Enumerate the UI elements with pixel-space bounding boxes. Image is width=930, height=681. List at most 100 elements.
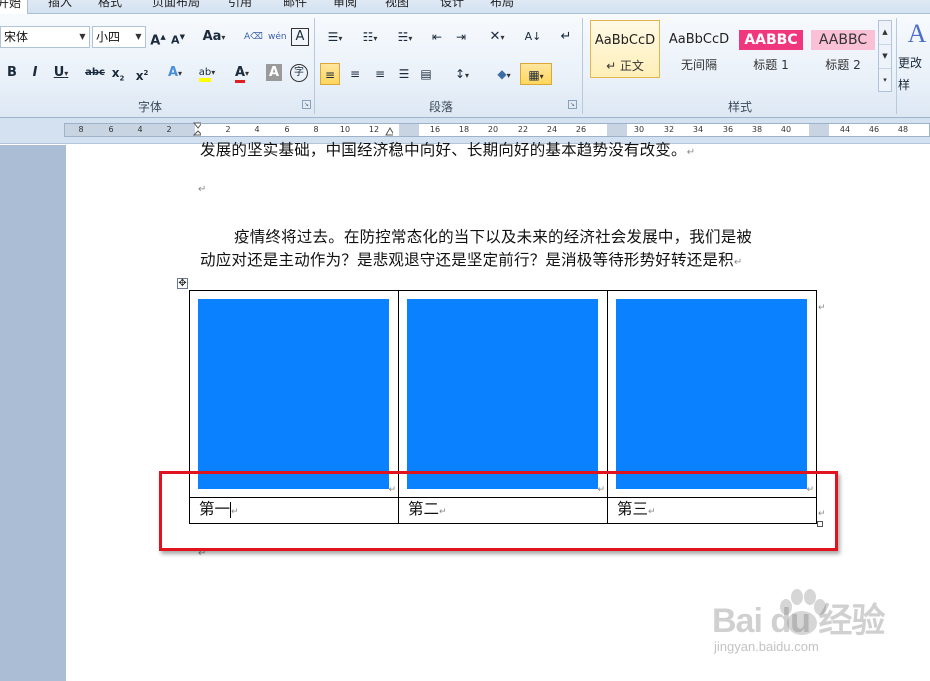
style-normal[interactable]: AaBbCcD ↵ 正文 — [590, 20, 660, 78]
ribbon-tab-bar: 开始 插入 格式 页面布局 引用 邮件 审阅 视图 设计 布局 — [0, 0, 930, 15]
ruler-tick: 32 — [663, 125, 675, 134]
font-size-combo[interactable]: 小四 ▼ — [92, 26, 146, 48]
shrink-font-icon[interactable]: A▼ — [170, 26, 186, 48]
change-case-icon[interactable]: Aa▾ — [202, 26, 226, 48]
cell-mark-icon: ↵ — [439, 507, 447, 517]
borders-icon[interactable]: ▦▾ — [520, 63, 552, 85]
character-shading-icon[interactable]: A — [266, 64, 282, 81]
paragraph-mark-icon: ↵ — [198, 548, 207, 559]
grow-font-icon[interactable]: A▲ — [150, 26, 166, 48]
ruler-tick: 20 — [487, 125, 499, 134]
cell-mark-icon: ↵ — [597, 485, 605, 495]
show-hide-marks-icon[interactable]: ↵ — [558, 26, 574, 48]
font-name-combo[interactable]: 宋体 ▼ — [0, 26, 90, 48]
decrease-indent-icon[interactable]: ⇤ — [428, 26, 446, 48]
caption-cell[interactable]: 第三↵ — [607, 497, 817, 524]
style-name: 无间隔 — [680, 58, 717, 72]
multilevel-list-icon[interactable]: ☵▾ — [390, 26, 420, 48]
tab-layout[interactable]: 布局 — [490, 0, 514, 14]
style-heading-1[interactable]: AABBC 标题 1 — [736, 20, 806, 78]
chevron-down-icon: ▼ — [135, 32, 142, 41]
style-sample: AABBC — [739, 30, 803, 50]
table-move-handle-icon[interactable]: ✥ — [177, 278, 188, 289]
change-styles-button[interactable]: 更改样 — [898, 52, 930, 92]
chevron-down-icon[interactable]: ▼ — [879, 45, 891, 69]
caption-text: 第二 — [408, 500, 440, 518]
chinese-layout-icon[interactable]: ✕▾ — [482, 26, 512, 48]
style-sample: AaBbCcD — [668, 32, 730, 47]
italic-icon[interactable]: I — [27, 62, 43, 84]
clear-format-icon[interactable]: A⌫ — [244, 26, 263, 48]
sort-icon[interactable]: A↓ — [524, 26, 542, 48]
align-right-icon[interactable]: ≡ — [370, 63, 390, 85]
font-dialog-launcher-icon[interactable]: ↘ — [302, 100, 311, 109]
table-resize-handle-icon[interactable] — [817, 521, 823, 527]
cell-mark-icon: ↵ — [231, 507, 239, 517]
strikethrough-icon[interactable]: abc — [85, 62, 105, 84]
bold-icon[interactable]: B — [4, 62, 20, 84]
distributed-icon[interactable]: ▤ — [416, 63, 436, 85]
change-styles-icon[interactable]: A — [904, 18, 930, 50]
image-table[interactable]: ↵ ↵ ↵ 第一↵ 第二↵ 第三↵ — [189, 290, 817, 524]
caption-text: 第一 — [199, 500, 231, 518]
image-placeholder[interactable] — [198, 299, 389, 489]
style-heading-2[interactable]: AABBC 标题 2 — [808, 20, 878, 78]
horizontral-ruler[interactable]: 8 6 4 2 2 4 6 8 10 12 16 18 20 22 24 26 … — [64, 122, 930, 137]
caption-text: 第三 — [617, 500, 649, 518]
style-name: 标题 1 — [753, 58, 789, 72]
table-cell[interactable]: ↵ — [398, 290, 608, 498]
ruler-tick: 38 — [751, 125, 763, 134]
ruler-tick: 44 — [839, 125, 851, 134]
bullets-icon[interactable]: ☰▾ — [320, 26, 350, 48]
shading-icon[interactable]: ◆▾ — [490, 63, 518, 85]
paragraph-mark-icon: ↵ — [198, 184, 207, 195]
table-cell[interactable]: ↵ — [189, 290, 399, 498]
tab-format[interactable]: 格式 — [98, 0, 122, 14]
superscript-icon[interactable]: x2 — [134, 62, 150, 84]
phonetic-guide-icon[interactable]: wén — [268, 26, 287, 48]
chevron-up-icon[interactable]: ▲ — [879, 21, 891, 45]
tab-view[interactable]: 视图 — [385, 0, 409, 14]
enclose-characters-icon[interactable]: 字 — [290, 64, 308, 82]
font-color-icon[interactable]: A▾ — [230, 62, 254, 84]
ruler-tick: 8 — [78, 125, 84, 134]
styles-gallery-scroll[interactable]: ▲ ▼ ▾ — [878, 20, 892, 92]
justify-icon[interactable]: ☰ — [394, 63, 414, 85]
indent-marker-icon[interactable] — [193, 122, 201, 136]
align-left-icon[interactable]: ≡ — [320, 63, 340, 85]
image-placeholder[interactable] — [407, 299, 598, 489]
character-border-icon[interactable]: A — [291, 28, 309, 46]
tab-mailings[interactable]: 邮件 — [283, 0, 307, 14]
paragraph-line: 疫情终将过去。在防控常态化的当下以及未来的经济社会发展中，我们是被 — [234, 228, 753, 246]
paragraph-text: 发展的坚实基础，中国经济稳中向好、长期向好的基本趋势没有改变。 — [200, 141, 687, 159]
paragraph-dialog-launcher-icon[interactable]: ↘ — [568, 100, 577, 109]
font-size-value: 小四 — [96, 30, 121, 44]
ruler-tick: 10 — [339, 125, 351, 134]
style-no-spacing[interactable]: AaBbCcD 无间隔 — [664, 20, 734, 78]
underline-icon[interactable]: U▾ — [50, 62, 72, 84]
subscript-icon[interactable]: x2 — [110, 62, 126, 84]
highlight-color-icon[interactable]: ab▾ — [195, 62, 219, 84]
numbering-icon[interactable]: ☷▾ — [355, 26, 385, 48]
tab-insert[interactable]: 插入 — [48, 0, 72, 14]
increase-indent-icon[interactable]: ⇥ — [452, 26, 470, 48]
ruler-column-gap — [607, 124, 627, 136]
font-name-value: 宋体 — [4, 30, 29, 44]
tab-home[interactable]: 开始 — [0, 0, 29, 15]
ruler-tick: 6 — [108, 125, 114, 134]
ruler-tick: 6 — [284, 125, 290, 134]
text-effects-icon[interactable]: A▾ — [163, 62, 187, 84]
table-cell[interactable]: ↵ — [607, 290, 817, 498]
tab-review[interactable]: 审阅 — [333, 0, 357, 14]
tab-page-layout[interactable]: 页面布局 — [152, 0, 200, 14]
image-placeholder[interactable] — [616, 299, 807, 489]
tab-references[interactable]: 引用 — [228, 0, 252, 14]
caption-cell[interactable]: 第一↵ — [189, 497, 399, 524]
align-center-icon[interactable]: ≡ — [345, 63, 365, 85]
tab-design[interactable]: 设计 — [440, 0, 464, 14]
more-styles-icon[interactable]: ▾ — [879, 69, 891, 93]
line-spacing-icon[interactable]: ↕▾ — [448, 63, 476, 85]
ruler-tick: 24 — [546, 125, 558, 134]
watermark: Bai du 经验 jingyan.baidu.com — [708, 585, 928, 665]
caption-cell[interactable]: 第二↵ — [398, 497, 608, 524]
